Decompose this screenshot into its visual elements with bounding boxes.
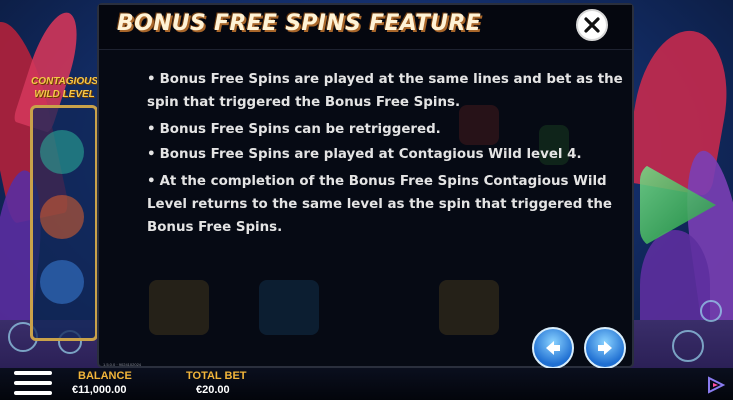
bubble-decoration — [700, 300, 722, 322]
previous-page-button[interactable] — [532, 327, 574, 369]
rules-list: • Bonus Free Spins are played at the same… — [147, 68, 632, 243]
arrow-right-icon — [598, 341, 612, 355]
bullet: • — [147, 122, 156, 137]
paytable-modal: BONUS FREE SPINS FEATURE • Bonus Free Spi… — [97, 3, 634, 369]
close-button[interactable] — [576, 9, 608, 41]
hamburger-menu-icon — [14, 371, 52, 375]
reel-symbol-ghost — [259, 280, 319, 335]
balance-value: €11,000.00 — [72, 384, 127, 396]
hamburger-menu-icon — [14, 391, 52, 395]
bullet: • — [147, 147, 156, 162]
rule-text: Bonus Free Spins are played at Contagiou… — [159, 147, 582, 162]
bottom-bar: BALANCE €11,000.00 TOTAL BET €20.00 — [0, 368, 733, 400]
rule-item: • Bonus Free Spins are played at the same… — [147, 68, 632, 114]
next-page-button[interactable] — [584, 327, 626, 369]
dolphin-symbol-icon — [40, 260, 84, 304]
total-bet-label: TOTAL BET — [186, 370, 247, 382]
provider-logo-icon — [708, 376, 726, 394]
modal-title: BONUS FREE SPINS FEATURE — [117, 11, 482, 36]
bullet: • — [147, 174, 156, 189]
total-bet-value: €20.00 — [196, 384, 230, 396]
rule-item: • Bonus Free Spins can be retriggered. — [147, 118, 632, 141]
modal-header: BONUS FREE SPINS FEATURE — [99, 5, 632, 50]
balance-label: BALANCE — [78, 370, 132, 382]
rule-text: At the completion of the Bonus Free Spin… — [147, 174, 612, 235]
reel-symbol-ghost — [149, 280, 209, 335]
rule-text: Bonus Free Spins are played at the same … — [147, 72, 623, 110]
close-icon — [584, 17, 600, 33]
bullet: • — [147, 72, 156, 87]
clownfish-symbol-icon — [40, 195, 84, 239]
hamburger-menu-icon — [14, 381, 52, 385]
version-text: 1.5.0.0 · 9024102024 — [103, 362, 142, 367]
arrow-left-icon — [546, 341, 560, 355]
reel-symbol-ghost — [439, 280, 499, 335]
rule-item: • At the completion of the Bonus Free Spi… — [147, 170, 632, 239]
rule-item: • Bonus Free Spins are played at Contagio… — [147, 143, 632, 166]
contagious-wild-level-title: CONTAGIOUS WILD LEVEL — [30, 76, 99, 100]
menu-button[interactable] — [14, 371, 52, 397]
rule-text: Bonus Free Spins can be retriggered. — [159, 122, 441, 137]
bubble-decoration — [672, 330, 704, 362]
fish-symbol-icon — [40, 130, 84, 174]
